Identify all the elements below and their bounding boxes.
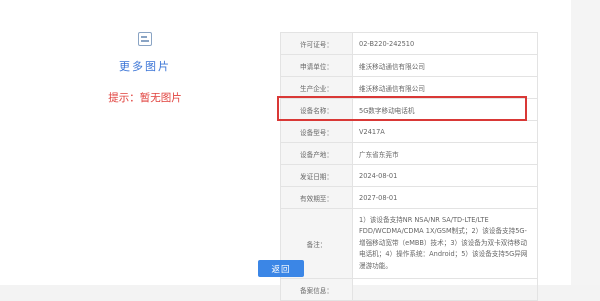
- row-value: 维沃移动通信有限公司: [352, 54, 538, 77]
- table-row: 备案信息：: [280, 278, 538, 301]
- license-info-table: 许可证号： 02-B220-242510 申请单位： 维沃移动通信有限公司 生产…: [280, 32, 538, 301]
- row-value: 02-B220-242510: [352, 32, 538, 55]
- row-label: 备案信息：: [280, 278, 353, 301]
- row-label: 有效期至：: [280, 186, 353, 209]
- model-highlight-box: [277, 96, 527, 121]
- row-label: 设备产地：: [280, 142, 353, 165]
- table-row: 有效期至： 2027-08-01: [280, 186, 538, 209]
- row-value: 2024-08-01: [352, 164, 538, 187]
- table-row-model: 设备型号： V2417A: [280, 120, 538, 143]
- table-row: 申请单位： 维沃移动通信有限公司: [280, 54, 538, 77]
- table-row: 设备产地： 广东省东莞市: [280, 142, 538, 165]
- row-value: V2417A: [352, 120, 538, 143]
- row-value: [352, 278, 538, 301]
- row-value: 1）该设备支持NR NSA/NR SA/TD-LTE/LTE FDD/WCDMA…: [352, 208, 538, 279]
- more-images-link[interactable]: 更多图片: [95, 58, 195, 74]
- page-content: 更多图片 提示：暂无图片 许可证号： 02-B220-242510 申请单位： …: [0, 0, 571, 301]
- back-button[interactable]: 返回: [258, 260, 304, 277]
- table-row: 发证日期： 2024-08-01: [280, 164, 538, 187]
- row-label: 设备型号：: [280, 120, 353, 143]
- image-panel: 更多图片 提示：暂无图片: [95, 32, 195, 105]
- table-row: 许可证号： 02-B220-242510: [280, 32, 538, 55]
- row-value: 广东省东莞市: [352, 142, 538, 165]
- row-label: 申请单位：: [280, 54, 353, 77]
- table-row-notes: 备注： 1）该设备支持NR NSA/NR SA/TD-LTE/LTE FDD/W…: [280, 208, 538, 279]
- scroll-gutter: [571, 0, 600, 285]
- row-label: 许可证号：: [280, 32, 353, 55]
- no-image-hint: 提示：暂无图片: [108, 92, 182, 104]
- row-label: 发证日期：: [280, 164, 353, 187]
- row-value: 2027-08-01: [352, 186, 538, 209]
- image-placeholder-icon: [138, 32, 152, 46]
